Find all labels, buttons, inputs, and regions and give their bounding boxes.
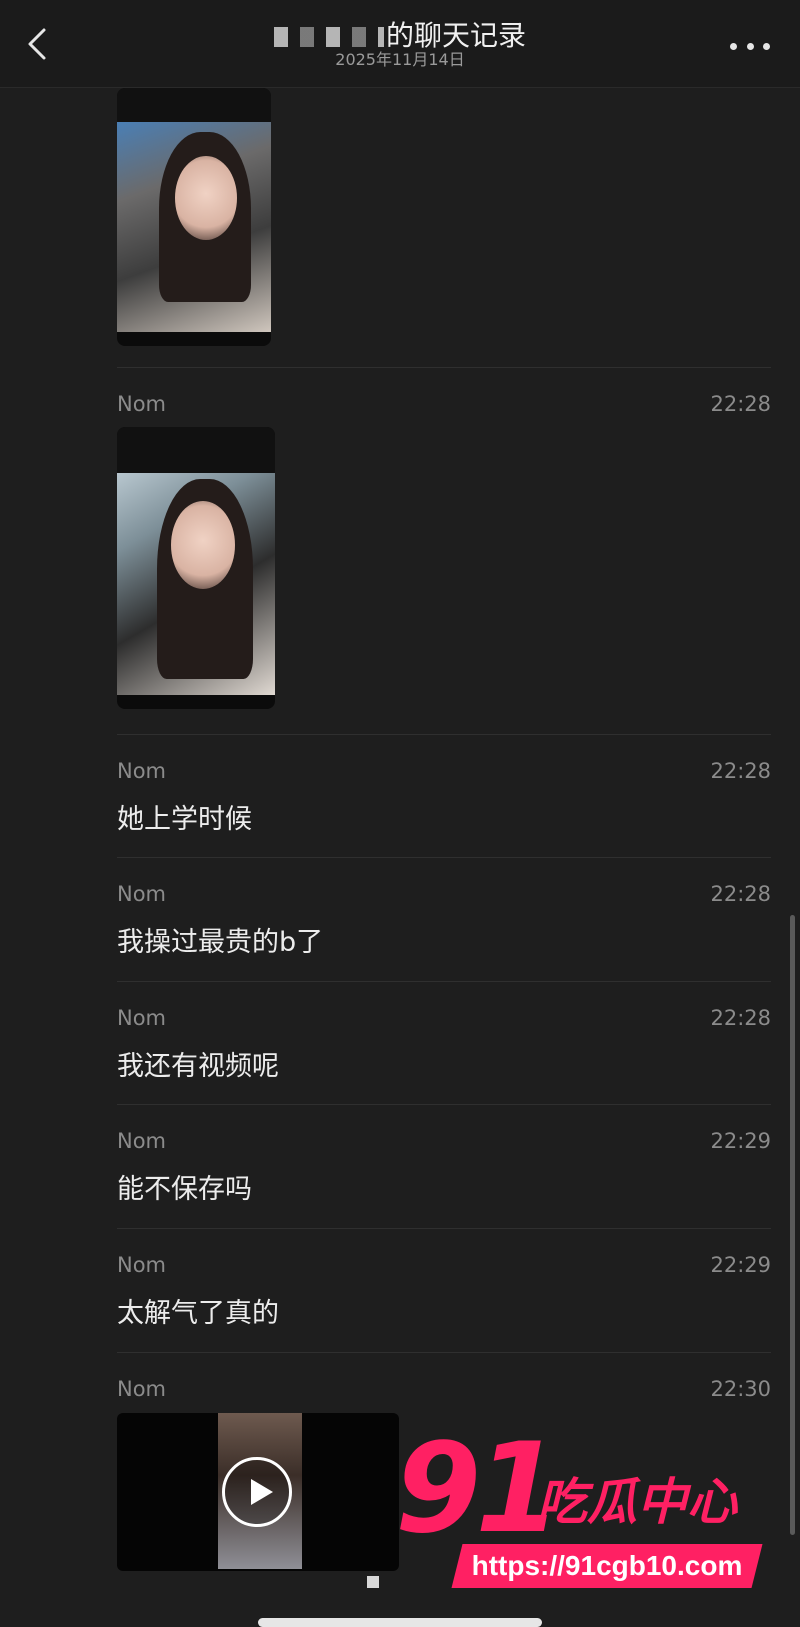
- watermark-url-banner: https://91cgb10.com: [451, 1544, 763, 1588]
- list-item[interactable]: Nom 22:29 太解气了真的: [117, 1229, 771, 1353]
- video-thumbnail[interactable]: [117, 1413, 399, 1571]
- more-icon: [730, 42, 737, 50]
- watermark-name: 吃瓜中心: [537, 1473, 737, 1531]
- home-indicator: [258, 1618, 542, 1627]
- message-text: 我还有视频呢: [117, 1051, 279, 1082]
- video-overlay-badge: [367, 1576, 379, 1588]
- timestamp: 22:28: [710, 392, 771, 416]
- sender-name: Nom: [117, 759, 167, 783]
- list-item[interactable]: [117, 88, 771, 368]
- sender-name: Nom: [117, 1253, 167, 1277]
- list-item[interactable]: Nom 22:28 我还有视频呢: [117, 982, 771, 1105]
- sender-name: Nom: [117, 1006, 167, 1030]
- list-item[interactable]: Nom 22:28 我操过最贵的b了: [117, 858, 771, 982]
- message-text: 她上学时候: [117, 804, 252, 835]
- message-text: 太解气了真的: [117, 1298, 279, 1329]
- list-item[interactable]: Nom 22:29 能不保存吗: [117, 1105, 771, 1229]
- scrollbar[interactable]: [790, 915, 795, 1535]
- timestamp: 22:29: [710, 1129, 771, 1153]
- title-area: 的聊天记录 2025年11月14日: [200, 18, 600, 70]
- watermark-number: 91: [395, 1417, 562, 1561]
- timestamp: 22:30: [710, 1377, 771, 1401]
- more-button[interactable]: [730, 36, 770, 56]
- list-item[interactable]: Nom 22:28 她上学时候: [117, 735, 771, 858]
- timestamp: 22:29: [710, 1253, 771, 1277]
- sender-name: Nom: [117, 392, 167, 416]
- message-text: 能不保存吗: [117, 1174, 252, 1205]
- back-button[interactable]: [24, 24, 64, 68]
- timestamp: 22:28: [710, 759, 771, 783]
- redacted-name: [273, 27, 384, 47]
- back-icon: [28, 28, 46, 60]
- timestamp: 22:28: [710, 1006, 771, 1030]
- image-thumbnail[interactable]: [117, 427, 275, 709]
- top-bar: 的聊天记录 2025年11月14日: [0, 0, 800, 88]
- sender-name: Nom: [117, 1129, 167, 1153]
- page-date: 2025年11月14日: [335, 50, 465, 69]
- sender-name: Nom: [117, 882, 167, 906]
- list-item[interactable]: Nom 22:28: [117, 368, 771, 735]
- play-icon[interactable]: [222, 1457, 292, 1527]
- timestamp: 22:28: [710, 882, 771, 906]
- message-text: 我操过最贵的b了: [117, 927, 324, 958]
- page-title: 的聊天记录: [200, 18, 600, 54]
- watermark-logo: 91 吃瓜中心 https://91cgb10.com: [395, 1424, 775, 1592]
- image-thumbnail[interactable]: [117, 88, 271, 346]
- sender-name: Nom: [117, 1377, 167, 1401]
